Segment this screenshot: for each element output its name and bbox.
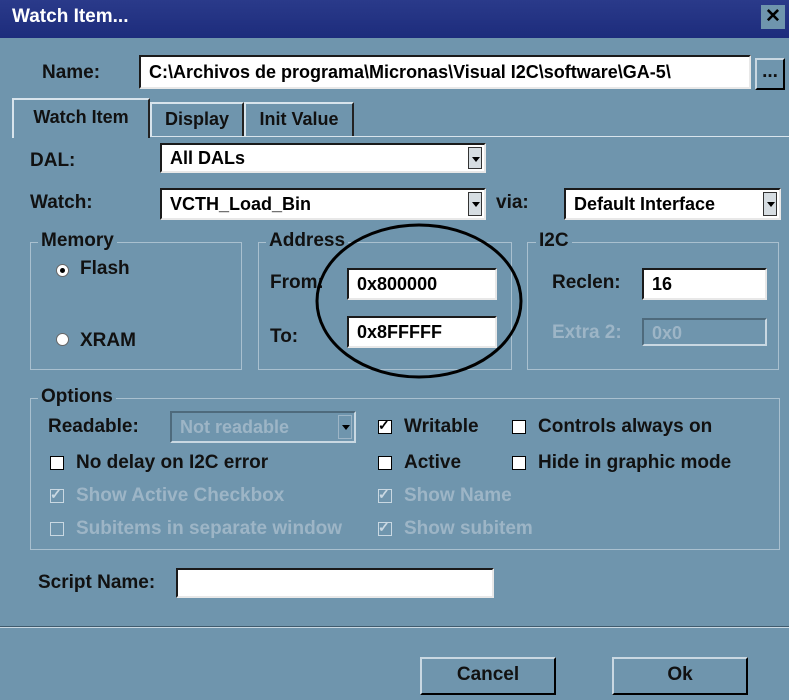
show-active-label: Show Active Checkbox: [76, 485, 285, 506]
show-name-checkbox[interactable]: ✓: [378, 486, 392, 503]
readable-value: Not readable: [180, 417, 290, 437]
script-name-input[interactable]: [176, 568, 494, 598]
ok-button[interactable]: Ok: [612, 657, 748, 695]
readable-dropdown[interactable]: Not readable: [170, 411, 356, 443]
subitems-separate-label: Subitems in separate window: [76, 518, 343, 539]
writable-label: Writable: [404, 416, 479, 437]
writable-checkbox[interactable]: ✓: [378, 417, 392, 434]
show-active-checkbox[interactable]: ✓: [50, 486, 64, 503]
controls-always-on-checkbox[interactable]: [512, 420, 526, 434]
watch-item-dialog: Watch Item... ✕ Name: C:\Archivos de pro…: [0, 0, 789, 700]
options-group-title: Options: [38, 386, 116, 408]
readable-label: Readable:: [48, 416, 139, 437]
show-subitem-label: Show subitem: [404, 518, 533, 539]
show-subitem-checkbox[interactable]: ✓: [378, 519, 392, 536]
hide-graphic-checkbox[interactable]: [512, 456, 526, 470]
no-delay-label: No delay on I2C error: [76, 452, 269, 473]
separator-light: [0, 627, 789, 628]
hide-graphic-label: Hide in graphic mode: [538, 452, 732, 473]
no-delay-checkbox[interactable]: [50, 456, 64, 470]
script-name-label: Script Name:: [38, 572, 156, 593]
active-label: Active: [404, 452, 462, 473]
active-checkbox[interactable]: [378, 456, 392, 470]
show-name-label: Show Name: [404, 485, 512, 506]
subitems-separate-checkbox[interactable]: [50, 522, 64, 536]
chevron-down-icon[interactable]: [338, 415, 352, 439]
cancel-button[interactable]: Cancel: [420, 657, 556, 695]
controls-always-on-label: Controls always on: [538, 416, 713, 437]
